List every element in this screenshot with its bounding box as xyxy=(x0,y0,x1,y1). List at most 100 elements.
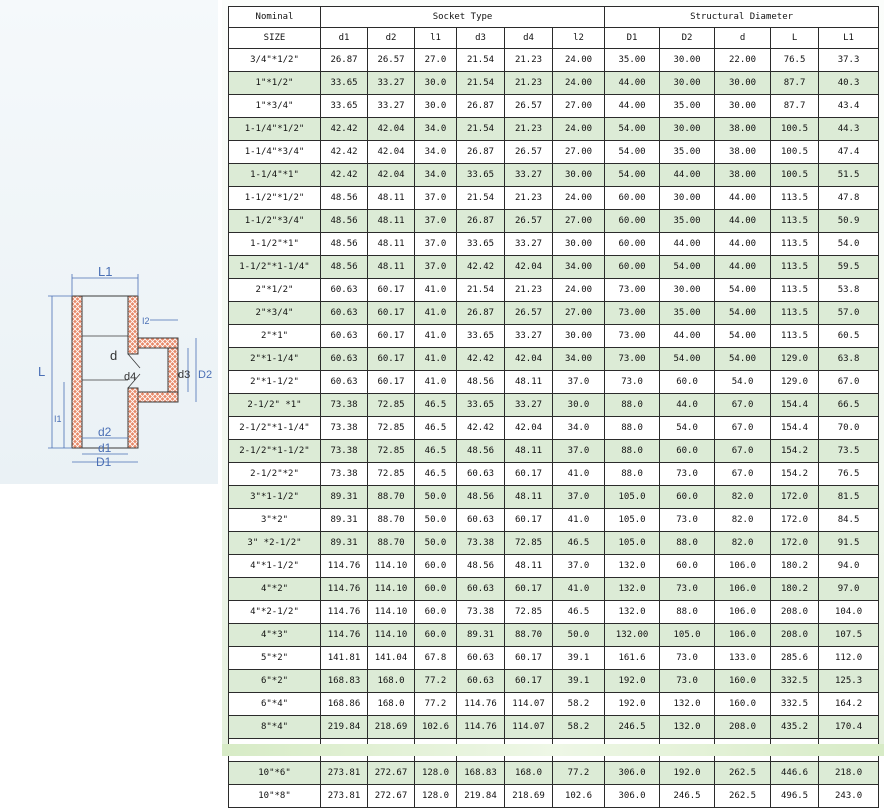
value-cell: 26.57 xyxy=(504,140,553,164)
value-cell: 63.8 xyxy=(818,347,880,371)
table-row: 1"*1/2" 33.65 33.27 30.0 21.54 21.23 24.00 44.0… xyxy=(228,71,880,95)
value-cell: 40.3 xyxy=(818,71,880,95)
size-cell: 3" *2-1/2" xyxy=(228,531,321,555)
value-cell: 48.11 xyxy=(367,255,415,279)
value-cell: 77.2 xyxy=(414,692,457,716)
table-row: 5"*2" 141.81 141.04 67.8 60.63 60.17 39.1 161.6… xyxy=(228,646,880,670)
value-cell: 42.04 xyxy=(504,416,553,440)
value-cell: 100.5 xyxy=(770,140,820,164)
value-cell: 26.87 xyxy=(456,94,505,118)
value-cell: 125.3 xyxy=(818,669,880,693)
value-cell: 77.2 xyxy=(414,669,457,693)
value-cell: 26.57 xyxy=(504,94,553,118)
value-cell: 50.0 xyxy=(414,485,457,509)
left-wall xyxy=(71,295,83,449)
size-cell: 2-1/2"*2" xyxy=(228,462,321,486)
size-cell: 4"*2-1/2" xyxy=(228,600,321,624)
table-row: 2"*3/4" 60.63 60.17 41.0 26.87 26.57 27.00 73.0… xyxy=(228,301,880,325)
value-cell: 89.31 xyxy=(320,508,368,532)
dim-label-D2: D2 xyxy=(198,369,212,381)
column-header: L1 xyxy=(818,27,880,49)
value-cell: 30.00 xyxy=(659,71,716,95)
value-cell: 37.0 xyxy=(414,186,457,210)
column-header-row: SIZE d1 d2 l1 d3 d4 l2 D1 D2 d L L1 xyxy=(228,27,880,49)
value-cell: 73.38 xyxy=(320,439,368,463)
value-cell: 114.10 xyxy=(367,623,415,647)
value-cell: 87.7 xyxy=(770,94,820,118)
value-cell: 88.0 xyxy=(604,416,661,440)
value-cell: 33.27 xyxy=(504,324,553,348)
table-row: 2"*1" 60.63 60.17 41.0 33.65 33.27 30.00 73.00 4… xyxy=(228,324,880,348)
value-cell: 50.0 xyxy=(414,508,457,532)
value-cell: 37.0 xyxy=(551,554,606,578)
value-cell: 39.1 xyxy=(551,646,606,670)
value-cell: 113.5 xyxy=(770,324,820,348)
value-cell: 60.0 xyxy=(659,485,716,509)
value-cell: 160.0 xyxy=(714,692,772,716)
value-cell: 67.0 xyxy=(714,416,772,440)
group-header-row: Nominal Socket Type Structural Diameter xyxy=(228,6,880,28)
value-cell: 60.0 xyxy=(414,600,457,624)
value-cell: 59.5 xyxy=(818,255,880,279)
table-row: 4"*1-1/2" 114.76 114.10 60.0 48.56 48.11 37.0 1… xyxy=(228,554,880,578)
value-cell: 60.17 xyxy=(367,324,415,348)
column-header: D2 xyxy=(659,27,716,49)
value-cell: 21.23 xyxy=(504,48,553,72)
value-cell: 172.0 xyxy=(770,508,820,532)
value-cell: 243.0 xyxy=(818,784,880,808)
value-cell: 60.0 xyxy=(659,439,716,463)
dim-label-D1: D1 xyxy=(96,455,112,466)
value-cell: 46.5 xyxy=(414,439,457,463)
value-cell: 73.0 xyxy=(659,508,716,532)
value-cell: 48.11 xyxy=(504,554,553,578)
value-cell: 42.04 xyxy=(504,347,553,371)
table-row: 3/4"*1/2" 26.87 26.57 27.0 21.54 21.23 24.00 35… xyxy=(228,48,880,72)
value-cell: 132.0 xyxy=(659,692,716,716)
value-cell: 88.70 xyxy=(504,623,553,647)
value-cell: 168.0 xyxy=(504,761,553,785)
value-cell: 154.4 xyxy=(770,416,820,440)
value-cell: 67.0 xyxy=(714,462,772,486)
size-cell: 3/4"*1/2" xyxy=(228,48,321,72)
value-cell: 192.0 xyxy=(659,761,716,785)
value-cell: 219.84 xyxy=(456,784,505,808)
value-cell: 106.0 xyxy=(714,554,772,578)
decorative-strip xyxy=(222,744,884,756)
dim-label-L: L xyxy=(38,364,45,379)
value-cell: 44.00 xyxy=(659,232,716,256)
right-wall-lower xyxy=(127,387,139,449)
value-cell: 26.87 xyxy=(456,140,505,164)
value-cell: 113.5 xyxy=(770,209,820,233)
column-header: SIZE xyxy=(228,27,321,49)
value-cell: 100.5 xyxy=(770,117,820,141)
value-cell: 30.00 xyxy=(714,71,772,95)
value-cell: 60.00 xyxy=(604,232,661,256)
size-cell: 2"*1-1/2" xyxy=(228,370,321,394)
value-cell: 82.0 xyxy=(714,531,772,555)
value-cell: 114.07 xyxy=(504,715,553,739)
value-cell: 262.5 xyxy=(714,761,772,785)
value-cell: 73.00 xyxy=(604,301,661,325)
value-cell: 60.17 xyxy=(367,347,415,371)
right-wall-upper xyxy=(127,295,139,355)
value-cell: 154.4 xyxy=(770,393,820,417)
value-cell: 73.38 xyxy=(456,600,505,624)
value-cell: 88.70 xyxy=(367,485,415,509)
column-header: l1 xyxy=(414,27,457,49)
value-cell: 60.17 xyxy=(504,646,553,670)
table-row: 1-1/4"*1" 42.42 42.04 34.0 33.65 33.27 30.00 54… xyxy=(228,163,880,187)
value-cell: 48.11 xyxy=(367,232,415,256)
size-cell: 1"*3/4" xyxy=(228,94,321,118)
value-cell: 54.00 xyxy=(714,347,772,371)
dim-label-d4: d4 xyxy=(124,371,136,383)
header-structural-diameter: Structural Diameter xyxy=(604,6,880,28)
table-row: 1-1/2"*3/4" 48.56 48.11 37.0 26.87 26.57 27.00… xyxy=(228,209,880,233)
value-cell: 33.65 xyxy=(456,324,505,348)
dim-label-d: d xyxy=(110,348,117,363)
value-cell: 33.65 xyxy=(456,232,505,256)
value-cell: 60.0 xyxy=(414,554,457,578)
value-cell: 46.5 xyxy=(551,600,606,624)
value-cell: 34.0 xyxy=(414,163,457,187)
value-cell: 30.00 xyxy=(714,94,772,118)
value-cell: 67.0 xyxy=(714,439,772,463)
